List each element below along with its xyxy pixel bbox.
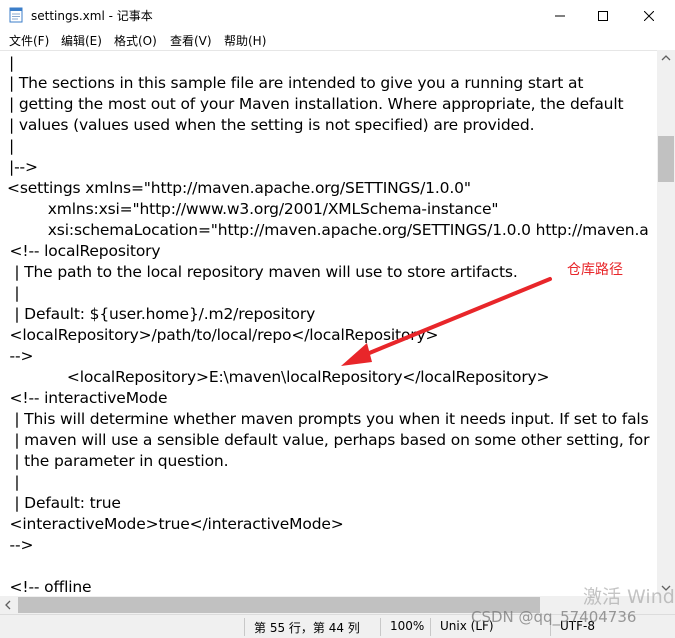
zoom-level: 100% bbox=[390, 619, 425, 633]
scroll-left-button[interactable] bbox=[0, 596, 17, 614]
editor-line: <!-- offline bbox=[0, 578, 92, 596]
editor-line: | bbox=[0, 473, 20, 491]
minimize-button[interactable] bbox=[537, 0, 583, 30]
status-divider bbox=[430, 618, 431, 636]
editor-line: | Default: ${user.home}/.m2/repository bbox=[0, 305, 316, 323]
vertical-scrollbar[interactable] bbox=[657, 50, 675, 596]
editor-line: <!-- localRepository bbox=[0, 242, 161, 260]
text-editor[interactable]: | | The sections in this sample file are… bbox=[0, 50, 657, 596]
annotation-label: 仓库路径 bbox=[567, 262, 623, 278]
editor-line: |--> bbox=[9, 158, 38, 176]
editor-line: <!-- interactiveMode bbox=[0, 389, 168, 407]
editor-line: | bbox=[9, 54, 15, 72]
editor-line: | bbox=[9, 137, 15, 155]
editor-line: <settings xmlns="http://maven.apache.org… bbox=[7, 179, 471, 197]
editor-line: | bbox=[0, 284, 20, 302]
status-divider bbox=[380, 618, 381, 636]
editor-line: --> bbox=[0, 536, 34, 554]
maximize-button[interactable] bbox=[580, 0, 626, 30]
menu-edit[interactable]: 编辑(E) bbox=[61, 32, 102, 49]
title-bar: settings.xml - 记事本 bbox=[0, 0, 675, 30]
chevron-up-icon bbox=[657, 52, 675, 71]
scroll-up-button[interactable] bbox=[657, 50, 675, 67]
editor-line: | the parameter in question. bbox=[0, 452, 229, 470]
menu-help[interactable]: 帮助(H) bbox=[224, 32, 266, 49]
editor-line: | The sections in this sample file are i… bbox=[9, 74, 584, 92]
maximize-icon bbox=[598, 6, 608, 25]
editor-line: | The path to the local repository maven… bbox=[0, 263, 518, 281]
vertical-scroll-thumb[interactable] bbox=[658, 136, 674, 182]
close-icon bbox=[643, 6, 655, 25]
editor-line: | values (values used when the setting i… bbox=[9, 116, 535, 134]
editor-line: | Default: true bbox=[0, 494, 121, 512]
csdn-watermark: CSDN @qq_57404736 bbox=[471, 608, 637, 626]
status-divider bbox=[244, 618, 245, 636]
editor-line: --> bbox=[0, 347, 34, 365]
menu-format[interactable]: 格式(O) bbox=[114, 32, 157, 49]
editor-line: | This will determine whether maven prom… bbox=[0, 410, 649, 428]
editor-line: <localRepository>/path/to/local/repo</lo… bbox=[0, 326, 439, 344]
editor-line: xmlns:xsi="http://www.w3.org/2001/XMLSch… bbox=[0, 200, 499, 218]
cursor-position: 第 55 行，第 44 列 bbox=[254, 621, 360, 635]
notepad-icon bbox=[8, 7, 24, 23]
horizontal-scroll-thumb[interactable] bbox=[18, 597, 540, 613]
editor-line: | maven will use a sensible default valu… bbox=[0, 431, 650, 449]
notepad-window: settings.xml - 记事本 文件(F) 编辑(E) 格式(O) 查看(… bbox=[0, 0, 675, 638]
menu-bar: 文件(F) 编辑(E) 格式(O) 查看(V) 帮助(H) bbox=[0, 30, 675, 50]
activation-watermark: 激活 Wind bbox=[583, 586, 675, 608]
menu-file[interactable]: 文件(F) bbox=[9, 32, 49, 49]
minimize-icon bbox=[555, 6, 565, 25]
editor-line: <localRepository>E:\maven\localRepositor… bbox=[0, 368, 550, 386]
editor-line: xsi:schemaLocation="http://maven.apache.… bbox=[0, 221, 649, 239]
window-title: settings.xml - 记事本 bbox=[31, 9, 153, 23]
editor-line: | getting the most out of your Maven ins… bbox=[9, 95, 624, 113]
editor-line: <interactiveMode>true</interactiveMode> bbox=[0, 515, 344, 533]
menu-view[interactable]: 查看(V) bbox=[170, 32, 212, 49]
close-button[interactable] bbox=[626, 0, 672, 30]
